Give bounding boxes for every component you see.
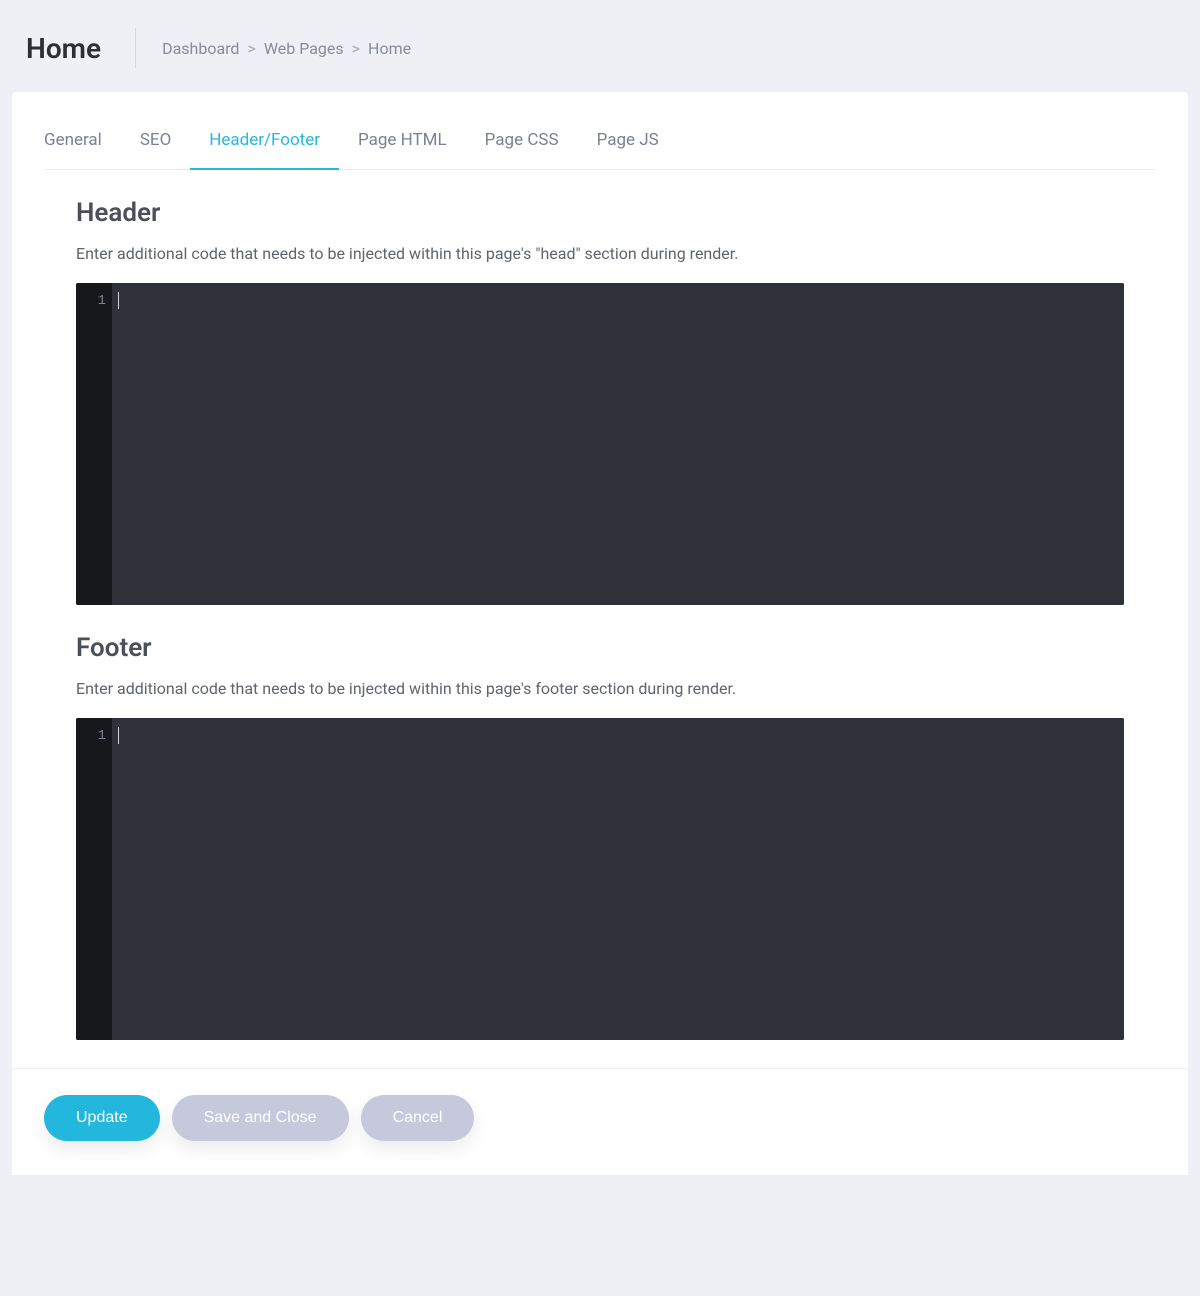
tabs: General SEO Header/Footer Page HTML Page… bbox=[44, 116, 1156, 170]
tab-header-footer[interactable]: Header/Footer bbox=[190, 116, 339, 170]
breadcrumb-item-dashboard[interactable]: Dashboard bbox=[162, 39, 239, 58]
content-card: General SEO Header/Footer Page HTML Page… bbox=[12, 92, 1188, 1068]
footer-section: Footer Enter additional code that needs … bbox=[44, 605, 1156, 1040]
title-divider bbox=[135, 28, 136, 68]
save-close-button[interactable]: Save and Close bbox=[172, 1095, 349, 1141]
page-header: Home Dashboard > Web Pages > Home bbox=[0, 0, 1200, 92]
editor-caret bbox=[118, 292, 119, 309]
footer-code-editor: 1 bbox=[76, 718, 1124, 1040]
tab-page-html[interactable]: Page HTML bbox=[339, 116, 466, 170]
tab-general[interactable]: General bbox=[44, 116, 121, 170]
header-gutter-line-1: 1 bbox=[76, 293, 106, 309]
breadcrumb-item-home[interactable]: Home bbox=[368, 39, 411, 58]
breadcrumb: Dashboard > Web Pages > Home bbox=[162, 39, 411, 58]
tab-page-css[interactable]: Page CSS bbox=[466, 116, 578, 170]
action-bar: Update Save and Close Cancel bbox=[12, 1068, 1188, 1175]
update-button[interactable]: Update bbox=[44, 1095, 160, 1141]
page-title: Home bbox=[26, 32, 101, 65]
header-section: Header Enter additional code that needs … bbox=[44, 170, 1156, 605]
footer-section-title: Footer bbox=[76, 633, 1124, 663]
footer-editor-gutter: 1 bbox=[76, 718, 112, 1040]
cancel-button[interactable]: Cancel bbox=[361, 1095, 475, 1141]
breadcrumb-separator: > bbox=[247, 39, 255, 58]
header-editor-input[interactable] bbox=[112, 283, 1124, 605]
section-spacer bbox=[44, 1040, 1156, 1068]
breadcrumb-separator: > bbox=[352, 39, 360, 58]
footer-section-desc: Enter additional code that needs to be i… bbox=[76, 679, 1124, 698]
tab-page-js[interactable]: Page JS bbox=[578, 116, 678, 170]
header-code-editor: 1 bbox=[76, 283, 1124, 605]
header-editor-gutter: 1 bbox=[76, 283, 112, 605]
header-section-title: Header bbox=[76, 198, 1124, 228]
editor-caret bbox=[118, 727, 119, 744]
footer-editor-input[interactable] bbox=[112, 718, 1124, 1040]
breadcrumb-item-web-pages[interactable]: Web Pages bbox=[264, 39, 344, 58]
tab-seo[interactable]: SEO bbox=[121, 116, 190, 170]
footer-gutter-line-1: 1 bbox=[76, 728, 106, 744]
header-section-desc: Enter additional code that needs to be i… bbox=[76, 244, 1124, 263]
